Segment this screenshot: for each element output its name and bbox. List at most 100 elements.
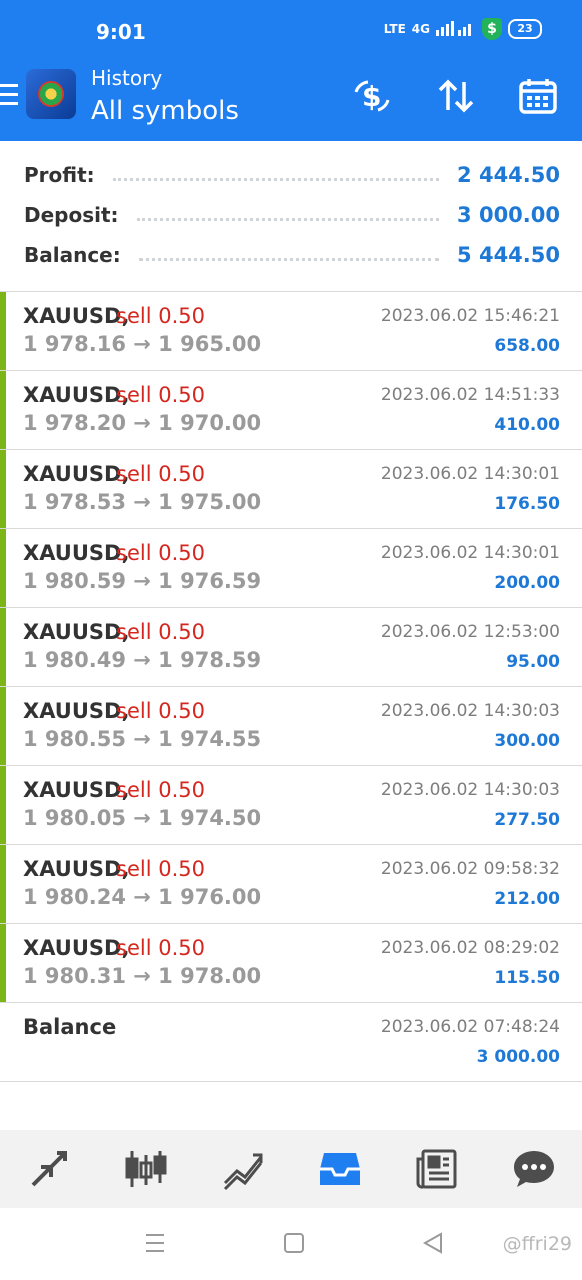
balance-value: 3 000.00	[476, 1047, 560, 1067]
watermark-text: @ffri29	[502, 1233, 572, 1255]
history-summary: Profit: 2 444.50 Deposit: 3 000.00 Balan…	[0, 141, 582, 292]
dotted-leader	[112, 177, 440, 181]
battery-icon: 23	[508, 19, 542, 39]
summary-value: 2 444.50	[457, 163, 560, 187]
summary-label: Deposit:	[24, 203, 119, 227]
trade-side: sell 0.50	[116, 462, 205, 486]
trade-row[interactable]: XAUUSD, sell 0.50 1 980.24 → 1 976.00 20…	[0, 845, 582, 924]
trade-time: 2023.06.02 08:29:02	[380, 938, 560, 958]
trade-symbol: XAUUSD,	[23, 936, 130, 960]
trade-side: sell 0.50	[116, 541, 205, 565]
trade-side: sell 0.50	[116, 857, 205, 881]
trade-prices: 1 980.31 → 1 978.00	[23, 964, 262, 988]
trade-profit: 410.00	[494, 415, 560, 435]
trade-time: 2023.06.02 12:53:00	[380, 622, 560, 642]
svg-text:$: $	[362, 80, 381, 113]
candlestick-chart-icon[interactable]	[116, 1139, 176, 1199]
trade-profit: 115.50	[494, 968, 560, 988]
trade-time: 2023.06.02 14:30:03	[380, 780, 560, 800]
trade-prices: 1 978.20 → 1 970.00	[23, 411, 262, 435]
menu-icon[interactable]	[0, 84, 18, 111]
network-indicator: 4G	[411, 22, 430, 36]
status-icons: LTE 4G $ 23	[384, 18, 542, 40]
trade-profit: 658.00	[494, 336, 560, 356]
trade-symbol: XAUUSD,	[23, 383, 130, 407]
trade-time: 2023.06.02 14:51:33	[380, 385, 560, 405]
trade-side: sell 0.50	[116, 936, 205, 960]
status-time: 9:01	[96, 20, 146, 44]
trade-profit: 200.00	[494, 573, 560, 593]
trade-time: 2023.06.02 15:46:21	[380, 306, 560, 326]
trade-side: sell 0.50	[116, 620, 205, 644]
trade-symbol: XAUUSD,	[23, 462, 130, 486]
news-icon[interactable]	[407, 1139, 467, 1199]
trade-row[interactable]: XAUUSD, sell 0.50 1 978.16 → 1 965.00 20…	[0, 292, 582, 371]
summary-label: Profit:	[24, 163, 95, 187]
trade-side: sell 0.50	[116, 383, 205, 407]
trade-row[interactable]: XAUUSD, sell 0.50 1 980.59 → 1 976.59 20…	[0, 529, 582, 608]
trade-prices: 1 978.53 → 1 975.00	[23, 490, 262, 514]
trade-side: sell 0.50	[116, 304, 205, 328]
summary-label: Balance:	[24, 243, 121, 267]
trade-profit: 176.50	[494, 494, 560, 514]
trade-time: 2023.06.02 14:30:01	[380, 464, 560, 484]
security-shield-icon: $	[482, 18, 502, 40]
trade-prices: 1 978.16 → 1 965.00	[23, 332, 262, 356]
trend-chart-icon[interactable]	[213, 1139, 273, 1199]
bottom-tab-bar	[0, 1130, 582, 1208]
balance-time: 2023.06.02 07:48:24	[380, 1017, 560, 1037]
calendar-icon[interactable]	[518, 78, 558, 114]
system-navigation-bar: @ffri29	[0, 1208, 582, 1280]
trade-arrows-icon[interactable]	[19, 1139, 79, 1199]
recent-apps-icon[interactable]	[143, 1230, 167, 1260]
balance-row[interactable]: Balance 2023.06.02 07:48:24 3 000.00	[0, 1003, 582, 1082]
trade-symbol: XAUUSD,	[23, 541, 130, 565]
trade-symbol: XAUUSD,	[23, 699, 130, 723]
summary-value: 3 000.00	[457, 203, 560, 227]
trade-profit: 95.00	[506, 652, 560, 672]
app-header: 9:01 LTE 4G $ 23 History All symbols $	[0, 0, 582, 141]
trade-symbol: XAUUSD,	[23, 304, 130, 328]
trade-row[interactable]: XAUUSD, sell 0.50 1 978.20 → 1 970.00 20…	[0, 371, 582, 450]
header-title[interactable]: All symbols	[91, 96, 239, 126]
trade-symbol: XAUUSD,	[23, 778, 130, 802]
trade-prices: 1 980.24 → 1 976.00	[23, 885, 262, 909]
trade-profit: 277.50	[494, 810, 560, 830]
summary-row-profit: Profit: 2 444.50	[24, 155, 560, 195]
sort-icon[interactable]	[436, 78, 476, 114]
trade-symbol: XAUUSD,	[23, 857, 130, 881]
trade-row[interactable]: XAUUSD, sell 0.50 1 980.49 → 1 978.59 20…	[0, 608, 582, 687]
trade-symbol: XAUUSD,	[23, 620, 130, 644]
summary-value: 5 444.50	[457, 243, 560, 267]
trade-history-list: XAUUSD, sell 0.50 1 978.16 → 1 965.00 20…	[0, 292, 582, 1082]
trade-time: 2023.06.02 14:30:01	[380, 543, 560, 563]
summary-row-deposit: Deposit: 3 000.00	[24, 195, 560, 235]
trade-prices: 1 980.49 → 1 978.59	[23, 648, 262, 672]
history-inbox-icon[interactable]	[310, 1139, 370, 1199]
currency-exchange-icon[interactable]: $	[352, 78, 392, 114]
dotted-leader	[138, 257, 440, 261]
trade-time: 2023.06.02 09:58:32	[380, 859, 560, 879]
home-icon[interactable]	[282, 1230, 306, 1260]
trade-row[interactable]: XAUUSD, sell 0.50 1 978.53 → 1 975.00 20…	[0, 450, 582, 529]
trade-prices: 1 980.05 → 1 974.50	[23, 806, 262, 830]
balance-label: Balance	[23, 1015, 117, 1039]
trade-side: sell 0.50	[116, 778, 205, 802]
header-subtitle: History	[91, 66, 163, 90]
trade-prices: 1 980.55 → 1 974.55	[23, 727, 262, 751]
messages-icon[interactable]	[504, 1139, 564, 1199]
trade-row[interactable]: XAUUSD, sell 0.50 1 980.55 → 1 974.55 20…	[0, 687, 582, 766]
trade-time: 2023.06.02 14:30:03	[380, 701, 560, 721]
volte-indicator: LTE	[383, 22, 406, 36]
trade-side: sell 0.50	[116, 699, 205, 723]
signal-icon	[436, 20, 476, 39]
dotted-leader	[136, 217, 440, 221]
trade-row[interactable]: XAUUSD, sell 0.50 1 980.31 → 1 978.00 20…	[0, 924, 582, 1003]
trade-prices: 1 980.59 → 1 976.59	[23, 569, 262, 593]
metatrader-logo	[26, 69, 76, 119]
trade-profit: 212.00	[494, 889, 560, 909]
trade-profit: 300.00	[494, 731, 560, 751]
trade-row[interactable]: XAUUSD, sell 0.50 1 980.05 → 1 974.50 20…	[0, 766, 582, 845]
back-icon[interactable]	[421, 1230, 445, 1260]
summary-row-balance: Balance: 5 444.50	[24, 235, 560, 275]
